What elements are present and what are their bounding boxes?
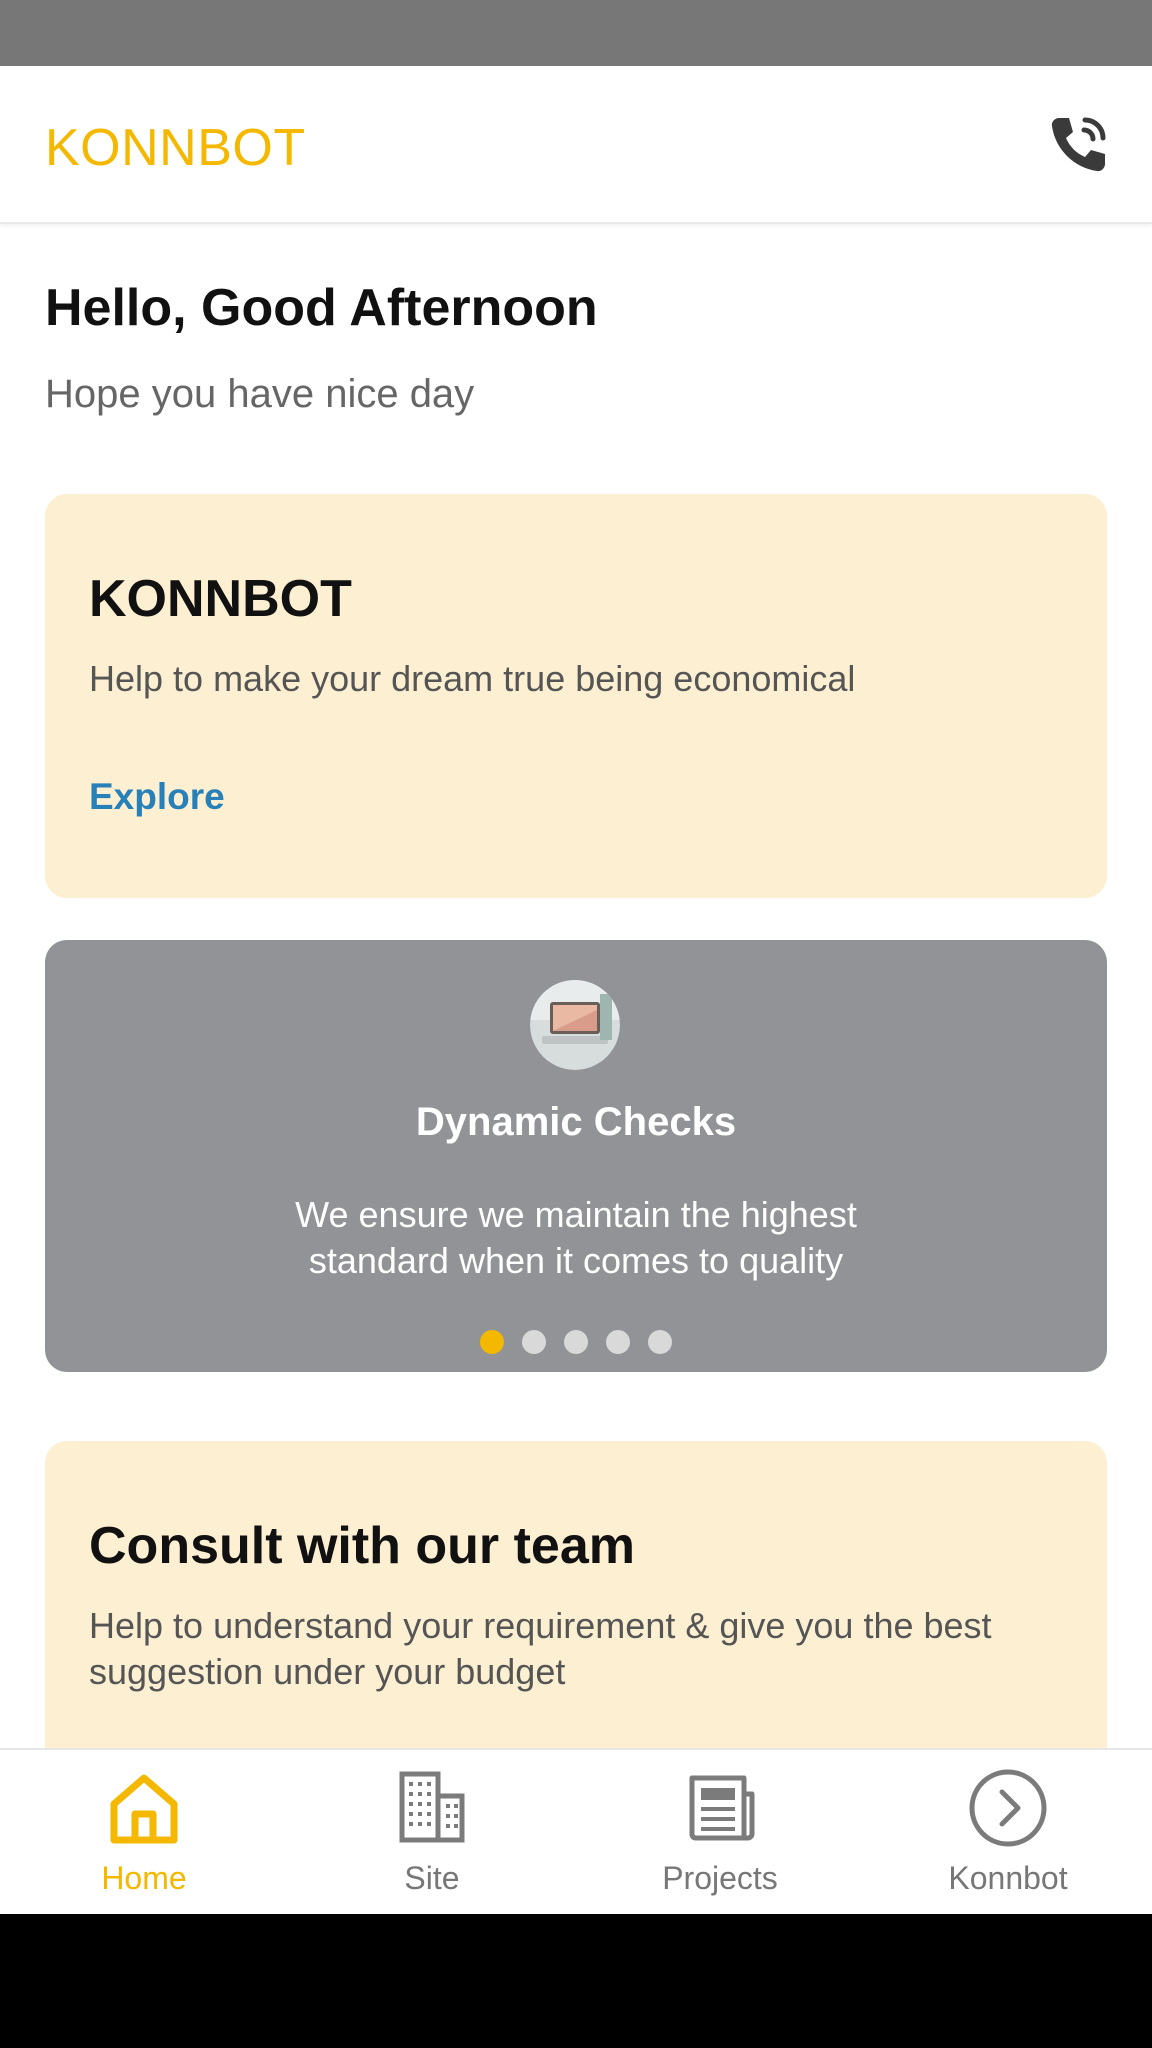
carousel-pagination [45,1330,1107,1354]
carousel-dot-5[interactable] [648,1330,672,1354]
laptop-thumbnail [530,980,620,1070]
promo-description: Help to make your dream true being econo… [89,658,856,699]
bottom-nav: Home Site Projects Konnbot [0,1748,1152,1914]
system-navigation-bar [0,1914,1152,2048]
promo-title: KONNBOT [89,570,352,628]
slide-description: We ensure we maintain the highest standa… [295,1194,857,1281]
status-bar [0,0,1152,66]
greeting-subtitle: Hope you have nice day [45,372,475,416]
nav-label-home: Home [101,1860,187,1896]
building-icon [399,1771,465,1843]
home-icon [110,1774,178,1844]
nav-item-site[interactable]: Site [288,1750,576,1914]
consult-description: Help to understand your requirement & gi… [89,1605,992,1692]
slide-title: Dynamic Checks [415,1100,737,1144]
app-header: KONNBOT [0,66,1152,224]
greeting-title: Hello, Good Afternoon [45,279,598,337]
call-button[interactable] [1045,110,1113,178]
konnbot-promo-card: KONNBOT Help to make your dream true bei… [45,494,1107,898]
nav-label-konnbot: Konnbot [948,1860,1068,1896]
feature-carousel[interactable]: Dynamic Checks We ensure we maintain the… [45,940,1107,1372]
phone-call-icon [1051,117,1106,172]
carousel-dot-3[interactable] [564,1330,588,1354]
nav-label-projects: Projects [662,1860,778,1896]
nav-item-projects[interactable]: Projects [576,1750,864,1914]
nav-item-home[interactable]: Home [0,1750,288,1914]
newspaper-icon [689,1775,755,1841]
explore-link[interactable]: Explore [89,776,225,818]
chevron-right-circle-icon [969,1769,1047,1847]
consult-title: Consult with our team [89,1517,635,1575]
app-title: KONNBOT [45,119,306,177]
app-screen: KONNBOT Hello, Good Afternoon Hope you h… [0,66,1152,1914]
home-content[interactable]: Hello, Good Afternoon Hope you have nice… [0,226,1152,1814]
carousel-dot-2[interactable] [522,1330,546,1354]
nav-label-site: Site [404,1860,460,1896]
carousel-dot-1[interactable] [480,1330,504,1354]
nav-item-konnbot[interactable]: Konnbot [864,1750,1152,1914]
carousel-dot-4[interactable] [606,1330,630,1354]
